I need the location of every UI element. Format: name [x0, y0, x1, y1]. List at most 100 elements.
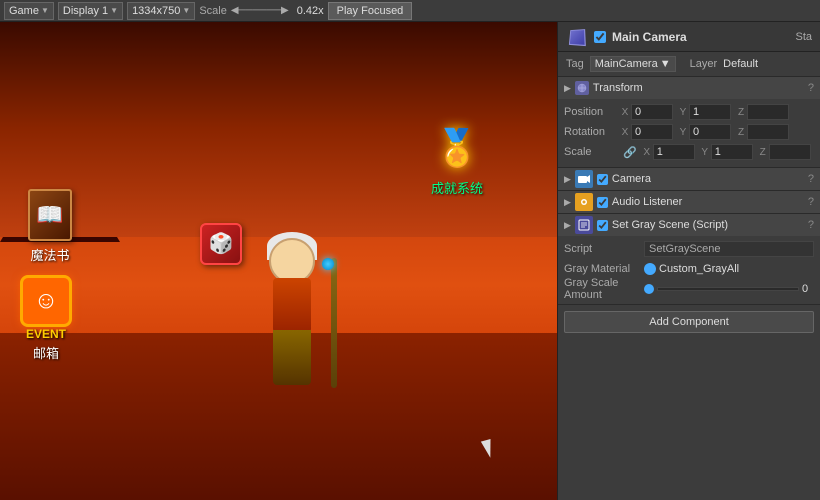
event-button[interactable]: ☺ [20, 275, 72, 327]
game-ui-achievement[interactable]: 🏅 成就系统 [427, 118, 487, 197]
resolution-dropdown[interactable]: 1334x750 ▼ [127, 2, 195, 20]
rz-axis-label: Z [735, 127, 747, 138]
script-name: SetGrayScene [649, 243, 721, 255]
camera-help: ? [808, 173, 814, 185]
game-ui-event[interactable]: ☺ EVENT 邮箱 [20, 275, 72, 362]
achievement-label: 成就系统 [427, 178, 487, 197]
gray-scene-arrow: ▶ [564, 220, 571, 231]
position-y-input[interactable] [689, 104, 731, 120]
display-dropdown-arrow: ▼ [110, 6, 118, 15]
rotation-row: Rotation X Y Z [564, 123, 814, 141]
stat-label: Sta [795, 31, 812, 43]
transform-component: ▶ Transform ? Position X Y Z [558, 77, 820, 168]
transform-body: Position X Y Z Rotation X Y [558, 99, 820, 167]
transform-icon [575, 81, 589, 95]
tag-layer-row: Tag MainCamera ▼ Layer Default [558, 52, 820, 77]
gray-material-label: Gray Material [564, 263, 644, 275]
resolution-value: 1334x750 [132, 5, 180, 17]
display-dropdown[interactable]: Display 1 ▼ [58, 2, 123, 20]
rotation-z-input[interactable] [747, 124, 789, 140]
book-label: 魔法书 [28, 245, 72, 264]
gray-scale-slider[interactable] [657, 287, 799, 291]
audio-listener-component: ▶ Audio Listener ? [558, 191, 820, 214]
lock-icon: 🔗 [623, 146, 637, 159]
ry-axis-label: Y [677, 127, 689, 138]
game-character [227, 228, 357, 428]
script-icon [575, 216, 593, 234]
audio-listener-header[interactable]: ▶ Audio Listener ? [558, 191, 820, 213]
add-component-button[interactable]: Add Component [564, 311, 814, 333]
scale-value: 0.42x [297, 5, 324, 17]
audio-active-checkbox[interactable] [597, 197, 608, 208]
game-viewport[interactable]: 魔法书 ☺ EVENT 邮箱 🏅 成就系统 [0, 22, 557, 500]
transform-header[interactable]: ▶ Transform ? [558, 77, 820, 99]
set-gray-scene-header[interactable]: ▶ Set Gray Scene (Script) ? [558, 214, 820, 236]
gray-scale-dot-icon [644, 284, 654, 294]
toolbar: Game ▼ Display 1 ▼ 1334x750 ▼ Scale ◀───… [0, 0, 820, 22]
rotation-label: Rotation [564, 126, 619, 138]
gray-scale-value: 0 [802, 283, 814, 295]
position-z-input[interactable] [747, 104, 789, 120]
rotation-x-input[interactable] [631, 124, 673, 140]
play-focused-button[interactable]: Play Focused [328, 2, 413, 20]
audio-listener-title: Audio Listener [612, 196, 804, 208]
sz-axis-label: Z [757, 147, 769, 158]
script-row: Script SetGrayScene [564, 240, 814, 258]
position-row: Position X Y Z [564, 103, 814, 121]
scale-label: Scale [199, 5, 227, 17]
scale-y-input[interactable] [711, 144, 753, 160]
char-legs [273, 330, 311, 385]
camera-arrow: ▶ [564, 174, 571, 185]
camera-title: Camera [612, 173, 804, 185]
char-figure [242, 238, 342, 428]
game-ui-book[interactable]: 魔法书 [28, 189, 72, 264]
event-smiley-icon: ☺ [34, 287, 59, 315]
tag-dropdown[interactable]: MainCamera ▼ [590, 56, 676, 72]
gray-scene-active-checkbox[interactable] [597, 220, 608, 231]
audio-arrow: ▶ [564, 197, 571, 208]
scale-x-input[interactable] [653, 144, 695, 160]
rotation-y-input[interactable] [689, 124, 731, 140]
layer-value: Default [723, 58, 758, 70]
game-scene: 魔法书 ☺ EVENT 邮箱 🏅 成就系统 [0, 22, 557, 500]
character-body [227, 228, 357, 428]
tag-label: Tag [566, 58, 584, 70]
mountain-left [0, 22, 160, 142]
transform-title: Transform [593, 82, 804, 94]
material-dot-icon [644, 263, 656, 275]
camera-cube-icon [566, 26, 588, 48]
gray-scene-body: Script SetGrayScene Gray Material Custom… [558, 236, 820, 304]
main-content: 魔法书 ☺ EVENT 邮箱 🏅 成就系统 [0, 22, 820, 500]
layer-label: Layer [690, 58, 718, 70]
inspector-panel: Main Camera Sta Tag MainCamera ▼ Layer D… [557, 22, 820, 500]
camera-component: ▶ Camera ? [558, 168, 820, 191]
object-active-checkbox[interactable] [594, 31, 606, 43]
camera-active-checkbox[interactable] [597, 174, 608, 185]
mail-label: 邮箱 [20, 343, 72, 362]
game-dropdown[interactable]: Game ▼ [4, 2, 54, 20]
gray-material-value: Custom_GrayAll [659, 263, 739, 275]
camera-header[interactable]: ▶ Camera ? [558, 168, 820, 190]
x-axis-label: X [619, 107, 631, 118]
y-axis-label: Y [677, 107, 689, 118]
display-label: Display 1 [63, 5, 108, 17]
resolution-dropdown-arrow: ▼ [182, 6, 190, 15]
gray-scene-help: ? [808, 219, 814, 231]
tag-dropdown-arrow: ▼ [660, 58, 671, 70]
audio-help: ? [808, 196, 814, 208]
inspector-header: Main Camera Sta [558, 22, 820, 52]
gray-scale-row: Gray Scale Amount 0 [564, 280, 814, 298]
char-staff [331, 258, 337, 388]
scale-slider-icon: ◀──────▶ [231, 5, 289, 16]
transform-arrow: ▶ [564, 83, 571, 94]
tag-value: MainCamera [595, 58, 658, 70]
audio-icon [575, 193, 593, 211]
scale-z-input[interactable] [769, 144, 811, 160]
z-axis-label: Z [735, 107, 747, 118]
scale-row: Scale 🔗 X Y Z [564, 143, 814, 161]
position-x-input[interactable] [631, 104, 673, 120]
game-dropdown-arrow: ▼ [41, 6, 49, 15]
position-label: Position [564, 106, 619, 118]
cube-face [569, 29, 586, 46]
scale-transform-label: Scale [564, 146, 619, 158]
